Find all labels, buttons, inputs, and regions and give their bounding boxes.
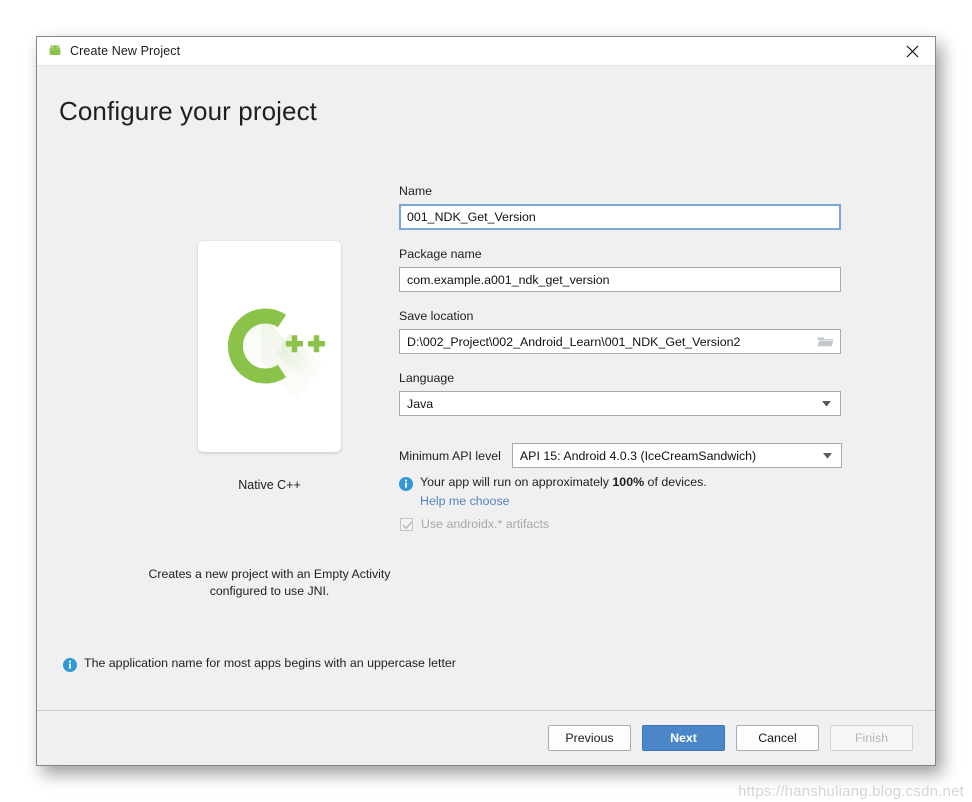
chevron-down-icon	[822, 452, 832, 459]
device-coverage-info: Your app will run on approximately 100% …	[399, 475, 843, 491]
checkmark-icon	[402, 521, 413, 529]
field-language: Language Java	[399, 371, 843, 416]
name-input[interactable]: 001_NDK_Get_Version	[399, 204, 841, 230]
name-input-value: 001_NDK_Get_Version	[407, 210, 536, 224]
template-name: Native C++	[238, 478, 301, 492]
folder-icon[interactable]	[817, 335, 834, 349]
name-label: Name	[399, 184, 433, 198]
androidx-checkbox-label: Use androidx.* artifacts	[421, 517, 550, 531]
dialog-footer: Previous Next Cancel Finish	[37, 710, 935, 765]
next-button[interactable]: Next	[642, 725, 725, 751]
androidx-checkbox-row: Use androidx.* artifacts	[400, 517, 843, 531]
validation-note: The application name for most apps begin…	[63, 656, 456, 672]
cpp-logo-icon	[227, 308, 325, 399]
field-name: Name 001_NDK_Get_Version	[399, 184, 843, 230]
android-robot-icon	[49, 44, 61, 55]
coverage-prefix: Your app will run on approximately	[420, 475, 613, 489]
device-coverage-text: Your app will run on approximately 100% …	[420, 475, 707, 489]
save-location-input-value: D:\002_Project\002_Android_Learn\001_NDK…	[407, 334, 741, 349]
create-new-project-dialog: Create New Project Configure your projec…	[36, 36, 936, 766]
dialog-title: Create New Project	[70, 44, 181, 58]
dialog-body: Configure your project Native C++ Create…	[37, 66, 935, 710]
project-config-form: Name 001_NDK_Get_Version Package name co…	[399, 184, 843, 531]
template-preview-panel: Native C++ Creates a new project with an…	[137, 241, 402, 600]
close-glyph	[906, 45, 919, 58]
androidx-checkbox[interactable]	[400, 517, 413, 531]
min-api-select[interactable]: API 15: Android 4.0.3 (IceCreamSandwich)	[511, 443, 842, 468]
coverage-suffix: of devices.	[644, 475, 707, 489]
package-name-input[interactable]: com.example.a001_ndk_get_version	[399, 267, 841, 292]
previous-button[interactable]: Previous	[548, 725, 631, 751]
screen: Create New Project Configure your projec…	[0, 0, 972, 802]
save-location-label: Save location	[399, 309, 474, 323]
info-icon	[399, 477, 413, 491]
field-save-location: Save location D:\002_Project\002_Android…	[399, 309, 843, 354]
field-min-api-level: Minimum API level API 15: Android 4.0.3 …	[399, 443, 843, 468]
save-location-input[interactable]: D:\002_Project\002_Android_Learn\001_NDK…	[399, 329, 841, 354]
chevron-down-icon	[822, 400, 831, 407]
language-select[interactable]: Java	[399, 391, 841, 416]
language-label: Language	[399, 371, 455, 385]
coverage-percent: 100%	[612, 475, 645, 489]
help-me-choose-link[interactable]: Help me choose	[420, 494, 843, 508]
template-description: Creates a new project with an Empty Acti…	[148, 567, 391, 598]
package-name-label: Package name	[399, 247, 482, 261]
field-package-name: Package name com.example.a001_ndk_get_ve…	[399, 247, 843, 292]
min-api-select-value: API 15: Android 4.0.3 (IceCreamSandwich)	[519, 448, 757, 463]
page-title: Configure your project	[59, 96, 317, 126]
template-thumbnail[interactable]	[198, 241, 341, 452]
info-icon	[63, 658, 77, 672]
cancel-button[interactable]: Cancel	[736, 725, 819, 751]
package-name-input-value: com.example.a001_ndk_get_version	[407, 272, 610, 287]
language-select-value: Java	[407, 396, 434, 411]
validation-note-text: The application name for most apps begin…	[84, 656, 456, 670]
min-api-label: Minimum API level	[399, 448, 501, 463]
close-icon[interactable]	[890, 37, 935, 66]
watermark: https://hanshuliang.blog.csdn.net	[738, 783, 964, 800]
dialog-titlebar: Create New Project	[37, 37, 935, 66]
finish-button: Finish	[830, 725, 913, 751]
